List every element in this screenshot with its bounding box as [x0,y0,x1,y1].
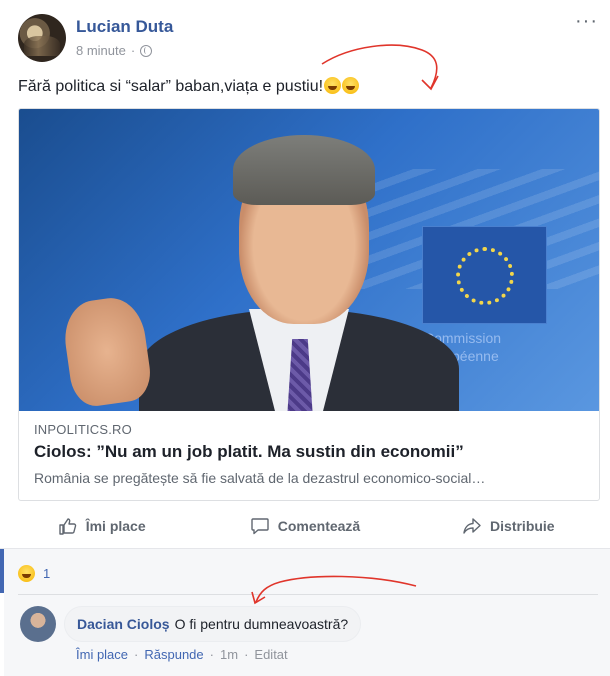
post-actions: Îmi place Comentează Distribuie [0,508,610,544]
comment-label: Comentează [277,518,361,534]
like-label: Îmi place [85,518,146,534]
comment-action-separator: · [209,647,214,662]
post-meta: 8 minute · [76,43,153,58]
comment-bubble: Dacian Cioloș O fi pentru dumneavoastră? [64,606,362,642]
more-icon[interactable]: ··· [575,10,598,33]
comment-author[interactable]: Dacian Cioloș [77,616,170,632]
post-time[interactable]: 8 minute [76,43,126,58]
comment-button[interactable]: Comentează [203,508,406,544]
meta-separator: · [130,43,136,58]
link-domain: INPOLITICS.RO [34,422,132,437]
commenter-avatar[interactable] [20,606,56,642]
comment-action-separator: · [134,647,139,662]
person-hair [233,135,375,205]
link-description: România se pregătește să fie salvată de … [34,470,486,486]
link-title[interactable]: Ciolos: ”Nu am un job platit. Ma sustin … [34,442,464,462]
comment-like-link[interactable]: Îmi place [76,647,128,662]
link-preview-card[interactable]: Commission européenne INPOLITICS.RO Ciol… [18,108,600,501]
person-hand [60,293,154,410]
share-icon [463,518,481,534]
comment-time[interactable]: 1m [220,647,238,662]
red-annotation-arrow [321,44,439,91]
reactions-summary[interactable]: 1 [18,565,50,582]
comment-text: O fi pentru dumneavoastră? [174,616,349,632]
facebook-post: Lucian Duta 8 minute · ··· Fără politica… [0,0,610,676]
like-button[interactable]: Îmi place [0,508,203,544]
haha-emoji-icon [18,565,35,582]
eu-stars [456,247,514,305]
post-text: Fără politica si “salar” baban,viața e p… [18,77,360,96]
comment-icon [251,518,269,535]
post-text-content: Fără politica si “salar” baban,viața e p… [18,78,324,95]
comment-reply-link[interactable]: Răspunde [144,647,203,662]
post-author[interactable]: Lucian Duta [76,17,173,37]
author-avatar[interactable] [18,14,66,62]
comment-edited[interactable]: Editat [254,647,287,662]
link-preview-image[interactable]: Commission européenne [19,109,599,411]
share-label: Distribuie [490,518,555,534]
comment-action-separator: · [244,647,249,662]
comment-actions: Îmi place · Răspunde · 1m · Editat [76,647,288,662]
reactions-count: 1 [43,566,51,581]
globe-icon[interactable] [140,44,153,57]
like-icon [59,518,76,535]
share-button[interactable]: Distribuie [407,508,610,544]
red-annotation-arrow [251,575,417,605]
focus-bar [0,549,4,593]
eu-flag [422,226,547,324]
